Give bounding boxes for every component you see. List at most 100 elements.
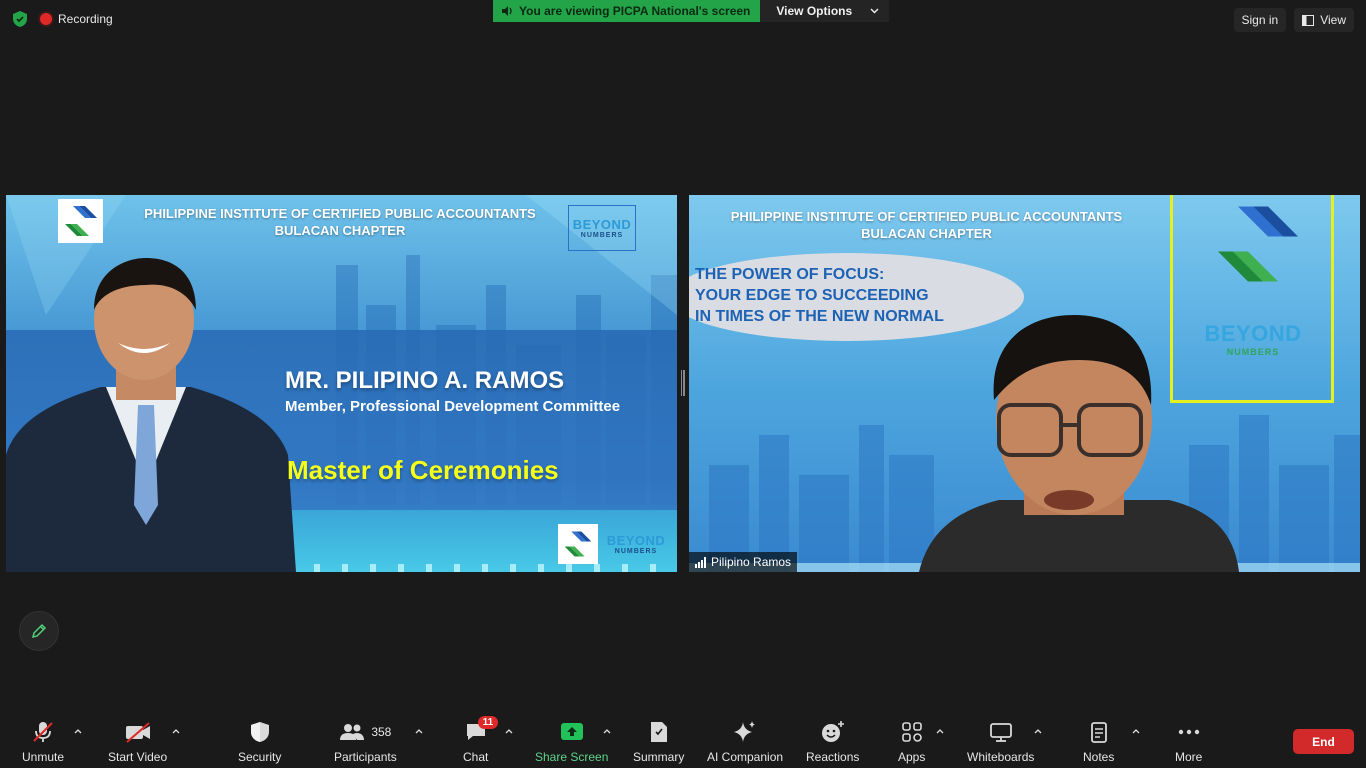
chevron-down-icon <box>870 8 879 14</box>
encryption-shield-icon[interactable] <box>10 8 30 30</box>
beyond-numbers-logo-small: BEYOND NUMBERS <box>606 527 666 561</box>
topic-text: THE POWER OF FOCUS: YOUR EDGE TO SUCCEED… <box>695 264 944 327</box>
speaker-icon <box>502 6 512 16</box>
reactions-button[interactable]: Reactions <box>806 720 859 764</box>
view-button[interactable]: View <box>1294 8 1354 32</box>
security-label: Security <box>238 750 282 764</box>
apps-icon <box>900 720 924 744</box>
participant-name: Pilipino Ramos <box>711 555 792 569</box>
annotate-button[interactable] <box>19 611 59 651</box>
share-screen-label: Share Screen <box>535 750 609 764</box>
more-label: More <box>1175 750 1203 764</box>
participants-options-caret[interactable] <box>414 726 424 736</box>
notes-button[interactable]: Notes <box>1083 720 1114 764</box>
unmute-button[interactable]: Unmute <box>22 720 64 764</box>
mc-title: Master of Ceremonies <box>287 455 559 485</box>
picpa-logo <box>58 199 103 243</box>
security-button[interactable]: Security <box>238 720 281 764</box>
recording-label: Recording <box>58 12 113 26</box>
apps-label: Apps <box>898 750 926 764</box>
recording-dot-icon <box>40 13 52 25</box>
top-left-status: Recording <box>10 8 113 30</box>
apps-button[interactable]: Apps <box>898 720 925 764</box>
chevron-up-icon <box>1034 728 1042 733</box>
share-screen-button[interactable]: Share Screen <box>535 720 608 764</box>
pencil-icon <box>31 623 47 639</box>
ai-companion-label: AI Companion <box>707 750 784 764</box>
muted-microphone-icon <box>31 720 55 744</box>
participants-icon: 358 <box>339 720 391 744</box>
reactions-label: Reactions <box>806 750 860 764</box>
share-options-caret[interactable] <box>602 726 612 736</box>
audio-options-caret[interactable] <box>73 726 83 736</box>
chevron-up-icon <box>172 728 180 733</box>
video-off-icon <box>124 720 152 744</box>
chat-button[interactable]: 11 Chat <box>463 716 499 764</box>
whiteboards-button[interactable]: Whiteboards <box>967 720 1034 764</box>
mc-name: MR. PILIPINO A. RAMOS <box>285 367 565 394</box>
chevron-up-icon <box>74 728 82 733</box>
view-options-button[interactable]: View Options <box>760 0 890 22</box>
share-screen-icon <box>559 720 585 744</box>
ai-sparkle-icon <box>732 720 758 744</box>
start-video-button[interactable]: Start Video <box>108 720 167 764</box>
video-options-caret[interactable] <box>171 726 181 736</box>
whiteboards-options-caret[interactable] <box>1033 726 1043 736</box>
shared-screen-tile[interactable]: PHILIPPINE INSTITUTE OF CERTIFIED PUBLIC… <box>6 195 677 572</box>
mc-portrait-image <box>6 258 296 572</box>
speaker-video-tile[interactable]: PHILIPPINE INSTITUTE OF CERTIFIED PUBLIC… <box>689 195 1360 572</box>
apps-options-caret[interactable] <box>935 726 945 736</box>
recording-indicator[interactable]: Recording <box>40 12 113 26</box>
summary-document-icon <box>648 720 670 744</box>
end-meeting-button[interactable]: End <box>1293 729 1354 754</box>
chevron-up-icon <box>603 728 611 733</box>
chevron-up-icon <box>505 728 513 733</box>
chat-options-caret[interactable] <box>504 726 514 736</box>
beyond-numbers-logo-text1: BEYOND <box>572 217 632 232</box>
participants-button[interactable]: 358 Participants <box>334 720 397 764</box>
summary-button[interactable]: Summary <box>633 720 684 764</box>
picpa-chevron-icon <box>64 206 97 236</box>
security-shield-icon <box>249 720 271 744</box>
connection-signal-icon <box>695 556 706 568</box>
view-options-label: View Options <box>776 4 853 18</box>
participants-label: Participants <box>334 750 397 764</box>
screen-share-banner: You are viewing PICPA National's screen … <box>493 0 890 22</box>
tile-divider-handle[interactable] <box>681 370 686 396</box>
speaker-bg-header-line1: PHILIPPINE INSTITUTE OF CERTIFIED PUBLIC… <box>730 209 1123 224</box>
start-video-label: Start Video <box>108 750 168 764</box>
sign-in-button[interactable]: Sign in <box>1233 8 1287 32</box>
ai-companion-button[interactable]: AI Companion <box>707 720 783 764</box>
chat-label: Chat <box>463 750 489 764</box>
beyond-numbers-logo-small-text2: NUMBERS <box>614 548 658 555</box>
topic-line3: IN TIMES OF THE NEW NORMAL <box>695 308 944 325</box>
view-label: View <box>1320 13 1346 27</box>
more-button[interactable]: More <box>1175 720 1202 764</box>
chat-unread-badge: 11 <box>477 716 499 729</box>
sign-in-label: Sign in <box>1241 13 1279 27</box>
slide-header: PHILIPPINE INSTITUTE OF CERTIFIED PUBLIC… <box>110 205 570 239</box>
speaker-video-image <box>919 315 1239 572</box>
end-label: End <box>1312 734 1335 749</box>
notes-options-caret[interactable] <box>1131 726 1141 736</box>
participants-count: 358 <box>371 725 392 739</box>
zoom-meeting-window: Recording You are viewing PICPA National… <box>0 0 1366 768</box>
unmute-label: Unmute <box>22 750 65 764</box>
whiteboard-icon <box>989 720 1013 744</box>
view-layout-icon <box>1302 14 1315 26</box>
more-dots-icon <box>1176 720 1202 744</box>
viewing-text: You are viewing PICPA National's screen <box>519 4 751 18</box>
whiteboards-label: Whiteboards <box>967 750 1035 764</box>
notes-icon <box>1088 720 1110 744</box>
beyond-numbers-logo: BEYOND NUMBERS <box>568 205 636 251</box>
summary-label: Summary <box>633 750 685 764</box>
slide-header-line1: PHILIPPINE INSTITUTE OF CERTIFIED PUBLIC… <box>144 206 536 221</box>
beyond-numbers-logo-text2: NUMBERS <box>580 232 624 239</box>
top-right-controls: Sign in View <box>1233 8 1354 32</box>
picpa-logo-small <box>558 524 598 564</box>
smiley-plus-icon <box>820 720 846 744</box>
beyond-numbers-logo-small-text1: BEYOND <box>606 533 666 548</box>
picpa-chevron-small-icon <box>564 531 592 557</box>
chat-bubble-icon: 11 <box>464 716 499 744</box>
chevron-up-icon <box>936 728 944 733</box>
